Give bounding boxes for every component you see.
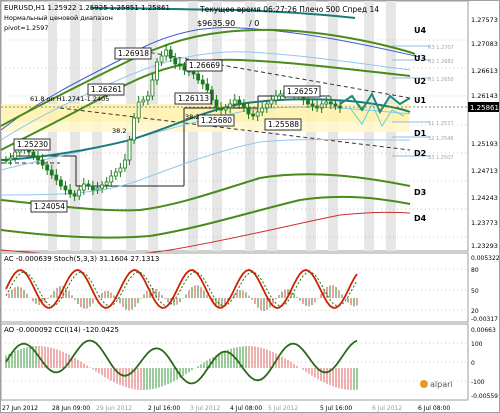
svg-text:0: 0 <box>471 360 475 367</box>
svg-text:28 Jun 09:00: 28 Jun 09:00 <box>52 405 90 412</box>
svg-text:1.26613: 1.26613 <box>471 67 498 75</box>
svg-text:-0.00559: -0.00559 <box>471 393 498 400</box>
price-label-p1: 1.26918 <box>118 49 149 58</box>
svg-text:1.27573: 1.27573 <box>471 16 498 24</box>
level-d1: D1 <box>414 129 427 138</box>
fib-note: 61.8 on H1.2741-1.2405 <box>30 95 109 103</box>
svg-text:-100: -100 <box>471 379 485 386</box>
fib-r3: R3 1.2707 <box>428 45 454 51</box>
svg-text:4 Jul 08:00: 4 Jul 08:00 <box>230 405 262 412</box>
svg-text:1.23773: 1.23773 <box>471 219 498 227</box>
price-label-p9: 1.24054 <box>34 202 65 211</box>
level-u4: U4 <box>414 26 426 35</box>
price-label-p5: 1.26257 <box>287 87 318 96</box>
watermark: alpari <box>430 380 453 389</box>
level-u2: U2 <box>414 77 426 86</box>
stoch-label: AC -0.000639 Stoch(5,3,3) 31.1604 27.131… <box>4 255 159 263</box>
svg-text:1.23293: 1.23293 <box>471 242 498 250</box>
svg-text:27 Jun 2012: 27 Jun 2012 <box>2 405 38 412</box>
svg-text:29 Jun 2012: 29 Jun 2012 <box>96 405 132 412</box>
fib-s3: S3 1.2507 <box>428 155 453 161</box>
balance-label: $9635.90 <box>197 19 235 28</box>
svg-text:6 Jul 08:00: 6 Jul 08:00 <box>418 405 450 412</box>
svg-text:5 Jul 16:00: 5 Jul 16:00 <box>320 405 352 412</box>
svg-text:3 Jul 2012: 3 Jul 2012 <box>190 405 220 412</box>
price-label-p8: 1.25230 <box>17 140 48 149</box>
svg-text:-0.00317: -0.00317 <box>471 316 498 323</box>
svg-text:1.24713: 1.24713 <box>471 167 498 175</box>
svg-text:1.26143: 1.26143 <box>471 92 498 100</box>
svg-text:6 Jul 2012: 6 Jul 2012 <box>372 405 402 412</box>
pivot-label: pivot=1.2597 <box>4 24 49 32</box>
svg-text:0.00663: 0.00663 <box>471 327 496 334</box>
svg-text:0.005322: 0.005322 <box>471 255 500 262</box>
fib-382: 38.2 <box>112 127 126 135</box>
level-d4: D4 <box>414 214 427 223</box>
price-label-p3: 1.26261 <box>91 85 122 94</box>
cci-label: AO -0.000092 CCI(14) -120.0425 <box>4 326 119 334</box>
svg-text:1.24243: 1.24243 <box>471 194 498 202</box>
current-price: 1.25861 <box>470 104 499 112</box>
price-label-p2: 1.26669 <box>189 61 220 70</box>
price-label-p4: 1.26113 <box>178 94 209 103</box>
price-label-p7: 1.25588 <box>268 120 299 129</box>
alpari-logo-icon <box>420 380 428 388</box>
svg-text:2 Jul 16:00: 2 Jul 16:00 <box>148 405 180 412</box>
channel-label: Нормальный ценовой диапазон <box>4 14 113 22</box>
stoch-panel: AC -0.000639 Stoch(5,3,3) 31.1604 27.131… <box>0 252 500 323</box>
fib-382b: 38.2 <box>185 113 199 121</box>
level-u3: U3 <box>414 54 426 63</box>
level-d3: D3 <box>414 188 426 197</box>
level-u1: U1 <box>414 96 426 105</box>
svg-text:20: 20 <box>471 308 479 315</box>
level-d2: D2 <box>414 149 426 158</box>
svg-text:80: 80 <box>471 267 479 274</box>
price-label-p6: 1.25680 <box>201 116 232 125</box>
svg-text:1.25193: 1.25193 <box>471 140 498 148</box>
svg-text:1.27083: 1.27083 <box>471 40 498 48</box>
svg-text:5 Jul 2012: 5 Jul 2012 <box>268 405 298 412</box>
fib-r2: R2 1.2682 <box>428 59 454 65</box>
time-label: Текущее время 06:27:26 Плечо 500 Спред 1… <box>199 5 379 14</box>
main-panel: EURUSD,H1 1.25922 1.25925 1.25851 1.2586… <box>0 0 469 256</box>
svg-text:100: 100 <box>471 341 483 348</box>
svg-text:50: 50 <box>471 288 479 295</box>
trading-chart[interactable]: EURUSD,H1 1.25922 1.25925 1.25851 1.2586… <box>0 0 500 413</box>
fib-s1: S1 1.2577 <box>428 121 453 127</box>
balance-suffix: / 0 <box>249 19 259 28</box>
cci-panel: AO -0.000092 CCI(14) -120.0425 0.00663 1… <box>0 323 498 401</box>
fib-s2: S2 1.2548 <box>428 136 453 142</box>
symbol-ohlc: EURUSD,H1 1.25922 1.25925 1.25851 1.2586… <box>4 4 170 12</box>
fib-r1: R1 1.2650 <box>428 77 454 83</box>
